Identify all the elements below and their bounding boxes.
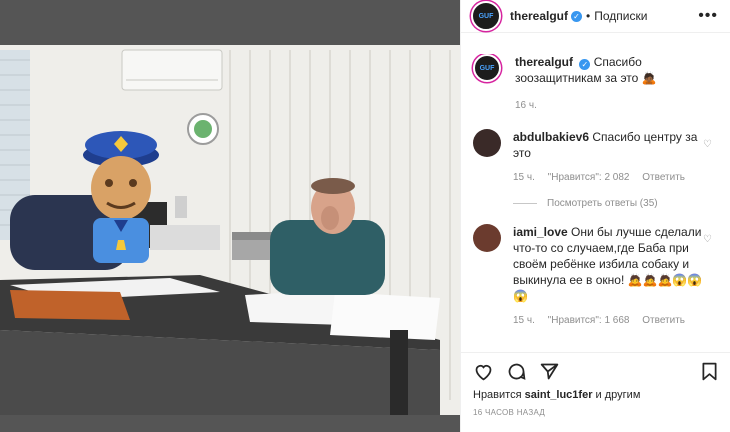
reply-button[interactable]: Ответить xyxy=(642,315,685,326)
post-details-panel: GUF therealguf ✓ • Подписки ••• GUF ther… xyxy=(460,0,730,432)
replies-divider xyxy=(513,203,537,204)
comment-time: 15 ч. xyxy=(513,172,535,183)
comment-username[interactable]: iami_love xyxy=(513,225,568,239)
post-header: GUF therealguf ✓ • Подписки ••• xyxy=(461,0,730,33)
comment-username[interactable]: abdulbakiev6 xyxy=(513,130,589,144)
post-time-ago: 16 ЧАСОВ НАЗАД xyxy=(473,408,546,417)
comment-time: 15 ч. xyxy=(513,315,535,326)
post-photo[interactable] xyxy=(0,0,460,432)
view-replies-label[interactable]: Посмотреть ответы (35) xyxy=(547,198,658,209)
caption: GUF therealguf ✓ Спасибо зоозащитникам з… xyxy=(461,54,730,114)
separator-dot: • xyxy=(586,9,591,23)
bookmark-icon[interactable] xyxy=(699,361,720,382)
likes-user[interactable]: saint_luc1fer xyxy=(525,389,593,401)
author-avatar[interactable]: GUF xyxy=(471,1,501,31)
comment-likes[interactable]: "Нравится": 2 082 xyxy=(548,172,630,183)
view-replies[interactable]: Посмотреть ответы (35) xyxy=(513,198,730,209)
comment-item: iami_love Они бы лучше сделали что-то со… xyxy=(461,224,730,329)
commenter-avatar[interactable] xyxy=(473,224,501,252)
like-comment-heart-icon[interactable]: ♡ xyxy=(703,234,712,245)
verified-badge-icon: ✓ xyxy=(579,59,591,70)
share-icon[interactable] xyxy=(539,361,560,382)
likes-prefix: Нравится xyxy=(473,389,522,401)
reply-button[interactable]: Ответить xyxy=(642,172,685,183)
following-button[interactable]: Подписки xyxy=(594,9,647,23)
commenter-avatar[interactable] xyxy=(473,129,501,157)
post-actions xyxy=(461,352,730,392)
comment-item: abdulbakiev6 Спасибо центру за это 15 ч.… xyxy=(461,129,730,186)
likes-suffix[interactable]: и другим xyxy=(596,389,641,401)
verified-badge-icon: ✓ xyxy=(571,10,583,22)
like-comment-heart-icon[interactable]: ♡ xyxy=(703,139,712,150)
post-image xyxy=(0,0,460,432)
comments-list: GUF therealguf ✓ Спасибо зоозащитникам з… xyxy=(461,54,730,352)
comment-icon[interactable] xyxy=(506,361,527,382)
caption-time: 16 ч. xyxy=(515,100,537,111)
likes-summary: Нравится saint_luc1fer и другим xyxy=(473,389,640,401)
author-username[interactable]: therealguf xyxy=(510,9,568,23)
more-options-icon[interactable]: ••• xyxy=(698,7,718,25)
comment-likes[interactable]: "Нравится": 1 668 xyxy=(548,315,630,326)
like-heart-icon[interactable] xyxy=(473,361,494,382)
author-avatar[interactable]: GUF xyxy=(473,54,501,82)
caption-username[interactable]: therealguf xyxy=(515,55,573,69)
